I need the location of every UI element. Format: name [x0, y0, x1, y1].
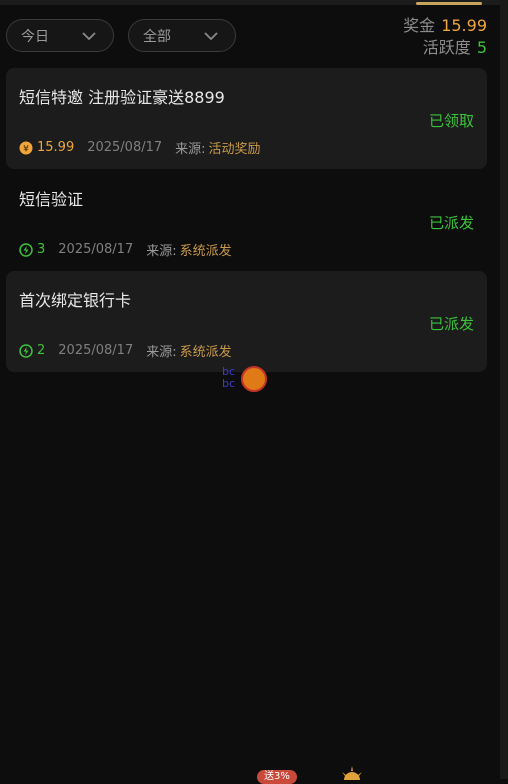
bolt-icon [19, 242, 33, 257]
record-source-label: 来源: [146, 345, 177, 360]
bolt-icon [19, 343, 33, 358]
record-meta: ¥ 15.99 2025/08/17 来源: 活动奖励 [19, 138, 261, 157]
record-date: 2025/08/17 [87, 140, 163, 155]
record-status: 已派发 [428, 315, 474, 333]
record-status: 已派发 [428, 214, 474, 232]
record-title: 首次绑定银行卡 [19, 291, 132, 310]
record-meta: 3 2025/08/17 来源: 系统派发 [19, 240, 232, 259]
svg-text:¥: ¥ [23, 144, 29, 154]
bonus-value: 15.99 [441, 16, 487, 35]
record-title: 短信特邀 注册验证豪送8899 [19, 88, 225, 107]
record-amount: 15.99 [37, 140, 75, 155]
record-card[interactable]: 短信验证 已派发 3 2025/08/17 来源: 系统派发 [6, 170, 487, 271]
coin-icon: ¥ [19, 141, 33, 154]
bonus-row: 奖金 15.99 [403, 16, 487, 35]
record-card[interactable]: 首次绑定银行卡 已派发 2 2025/08/17 来源: 系统派发 [6, 271, 487, 372]
date-filter-dropdown[interactable]: 今日 [6, 19, 114, 52]
record-source: 系统派发 [179, 244, 232, 259]
chevron-down-icon [82, 32, 96, 41]
summary-stats: 奖金 15.99 活跃度 5 [403, 15, 487, 59]
scrollbar[interactable] [500, 0, 508, 779]
promo-badge[interactable]: 送3% [257, 770, 297, 784]
record-date: 2025/08/17 [58, 343, 134, 358]
type-filter-value: 全部 [143, 28, 171, 45]
activity-row: 活跃度 5 [422, 38, 487, 57]
active-tab-indicator [416, 2, 482, 5]
chevron-down-icon [204, 32, 218, 41]
record-source: 系统派发 [179, 345, 232, 360]
record-status: 已领取 [428, 112, 474, 130]
record-amount: 3 [37, 242, 46, 257]
activity-value: 5 [476, 38, 487, 57]
record-date: 2025/08/17 [58, 242, 134, 257]
date-filter-value: 今日 [21, 28, 49, 45]
sun-icon[interactable] [332, 766, 372, 780]
type-filter-dropdown[interactable]: 全部 [128, 19, 236, 52]
record-source-label: 来源: [175, 142, 206, 157]
watermark: bc bc [222, 365, 236, 390]
record-source-label: 来源: [146, 244, 177, 259]
watermark-logo-icon [241, 366, 267, 392]
record-card[interactable]: 短信特邀 注册验证豪送8899 已领取 ¥ 15.99 2025/08/17 来… [6, 68, 487, 169]
record-title: 短信验证 [19, 190, 84, 209]
record-amount: 2 [37, 343, 46, 358]
record-source: 活动奖励 [208, 142, 261, 157]
record-meta: 2 2025/08/17 来源: 系统派发 [19, 341, 232, 360]
